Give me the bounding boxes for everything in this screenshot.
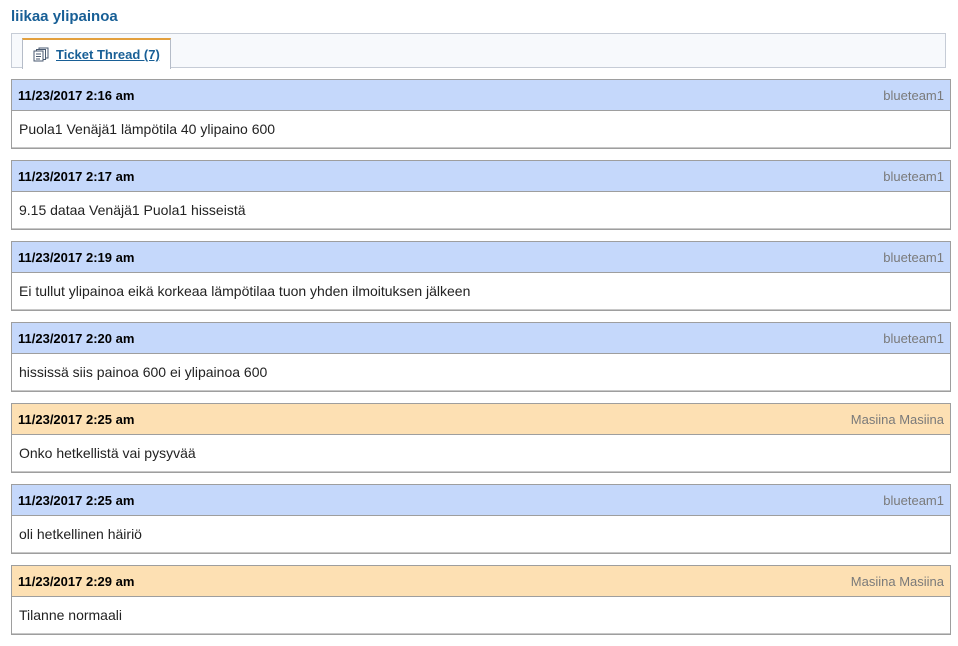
entry-author: Masiina Masiina [850, 573, 944, 589]
entry-author: blueteam1 [883, 492, 944, 508]
entry-timestamp: 11/23/2017 2:25 am [18, 492, 135, 508]
entry-timestamp: 11/23/2017 2:29 am [18, 573, 135, 589]
entry-header: 11/23/2017 2:16 am blueteam1 [12, 80, 950, 111]
entry-timestamp: 11/23/2017 2:17 am [18, 168, 135, 184]
entry-author: blueteam1 [883, 87, 944, 103]
entry-message: Onko hetkellistä vai pysyvää [12, 435, 950, 472]
entry-header: 11/23/2017 2:19 am blueteam1 [12, 242, 950, 273]
ticket-thread: 11/23/2017 2:16 am blueteam1 Puola1 Venä… [11, 79, 951, 646]
entry-message: oli hetkellinen häiriö [12, 516, 950, 553]
entry-timestamp: 11/23/2017 2:25 am [18, 411, 135, 427]
entry-timestamp: 11/23/2017 2:16 am [18, 87, 135, 103]
entry-message: Tilanne normaali [12, 597, 950, 634]
thread-entry: 11/23/2017 2:17 am blueteam1 9.15 dataa … [11, 160, 951, 230]
entry-timestamp: 11/23/2017 2:19 am [18, 249, 135, 265]
thread-entry: 11/23/2017 2:19 am blueteam1 Ei tullut y… [11, 241, 951, 311]
entry-author: blueteam1 [883, 249, 944, 265]
entry-message: hississä siis painoa 600 ei ylipainoa 60… [12, 354, 950, 391]
thread-entry: 11/23/2017 2:25 am blueteam1 oli hetkell… [11, 484, 951, 554]
thread-entry: 11/23/2017 2:29 am Masiina Masiina Tilan… [11, 565, 951, 635]
tab-ticket-thread-label[interactable]: Ticket Thread (7) [56, 47, 160, 62]
entry-message: Ei tullut ylipainoa eikä korkeaa lämpöti… [12, 273, 950, 310]
entry-header: 11/23/2017 2:20 am blueteam1 [12, 323, 950, 354]
entry-header: 11/23/2017 2:29 am Masiina Masiina [12, 566, 950, 597]
entry-message: 9.15 dataa Venäjä1 Puola1 hisseistä [12, 192, 950, 229]
entry-header: 11/23/2017 2:25 am blueteam1 [12, 485, 950, 516]
thread-icon [33, 47, 49, 62]
thread-entry: 11/23/2017 2:25 am Masiina Masiina Onko … [11, 403, 951, 473]
thread-entry: 11/23/2017 2:20 am blueteam1 hississä si… [11, 322, 951, 392]
entry-author: Masiina Masiina [850, 411, 944, 427]
entry-message: Puola1 Venäjä1 lämpötila 40 ylipaino 600 [12, 111, 950, 148]
entry-author: blueteam1 [883, 168, 944, 184]
tab-bar: Ticket Thread (7) [11, 33, 946, 69]
thread-entry: 11/23/2017 2:16 am blueteam1 Puola1 Venä… [11, 79, 951, 149]
entry-header: 11/23/2017 2:25 am Masiina Masiina [12, 404, 950, 435]
entry-timestamp: 11/23/2017 2:20 am [18, 330, 135, 346]
tab-ticket-thread[interactable]: Ticket Thread (7) [22, 38, 171, 69]
entry-author: blueteam1 [883, 330, 944, 346]
ticket-title: liikaa ylipainoa [11, 8, 118, 25]
entry-header: 11/23/2017 2:17 am blueteam1 [12, 161, 950, 192]
